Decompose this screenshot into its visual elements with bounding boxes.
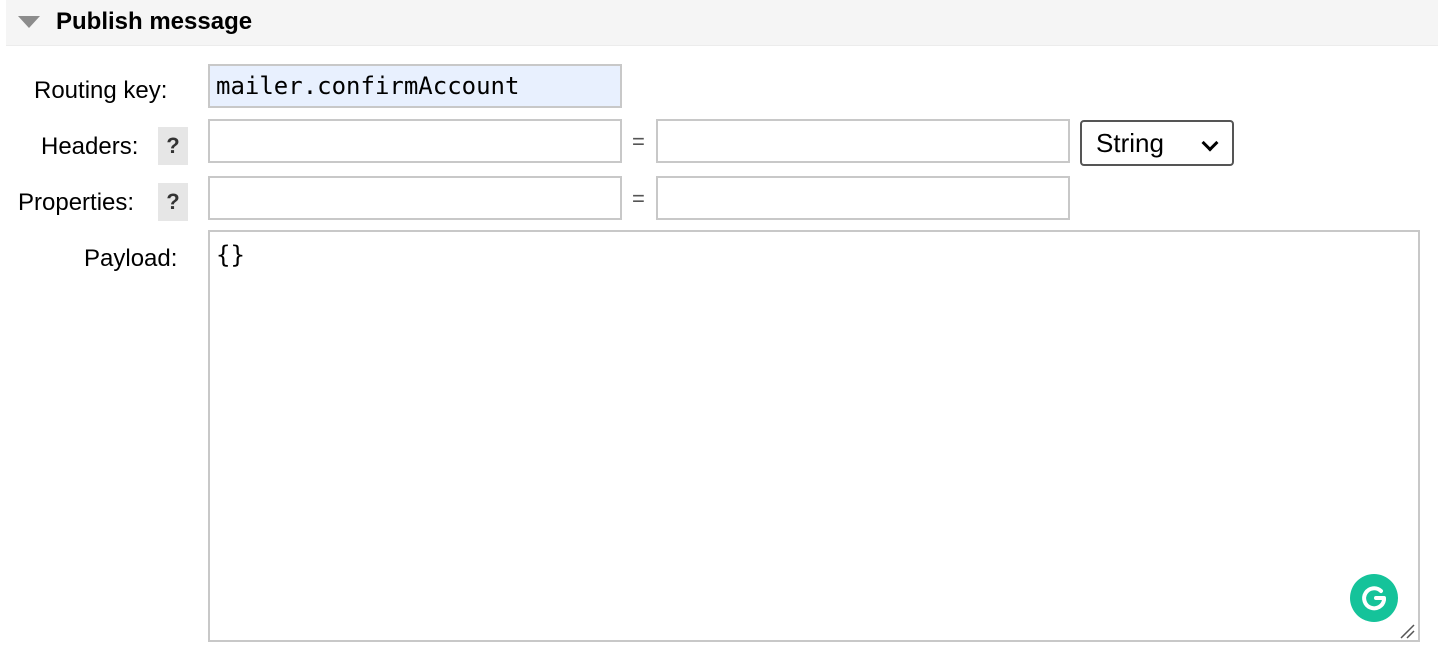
properties-value-input[interactable]: [656, 176, 1070, 220]
publish-message-header[interactable]: Publish message: [6, 0, 1438, 46]
headers-equals-sign: =: [632, 129, 645, 154]
headers-help-button[interactable]: ?: [158, 127, 188, 165]
properties-label: Properties:: [18, 189, 135, 216]
properties-equals-sign: =: [632, 186, 645, 211]
grammarly-icon[interactable]: [1350, 574, 1398, 622]
headers-type-select[interactable]: String: [1080, 120, 1234, 166]
headers-type-value: String: [1096, 127, 1164, 158]
properties-key-input[interactable]: [208, 176, 622, 220]
section-title: Publish message: [56, 8, 253, 35]
headers-value-input[interactable]: [656, 119, 1070, 163]
routing-key-input[interactable]: mailer.confirmAccount: [208, 64, 622, 108]
payload-textarea[interactable]: {}: [208, 230, 1420, 642]
payload-label: Payload:: [84, 245, 178, 272]
chevron-down-icon: [1201, 134, 1219, 152]
properties-help-button[interactable]: ?: [158, 183, 188, 221]
collapse-triangle-icon[interactable]: [18, 16, 40, 28]
resize-handle-icon[interactable]: [1398, 622, 1416, 640]
headers-label: Headers:: [41, 133, 139, 160]
headers-key-input[interactable]: [208, 119, 622, 163]
routing-key-label: Routing key:: [34, 77, 168, 104]
